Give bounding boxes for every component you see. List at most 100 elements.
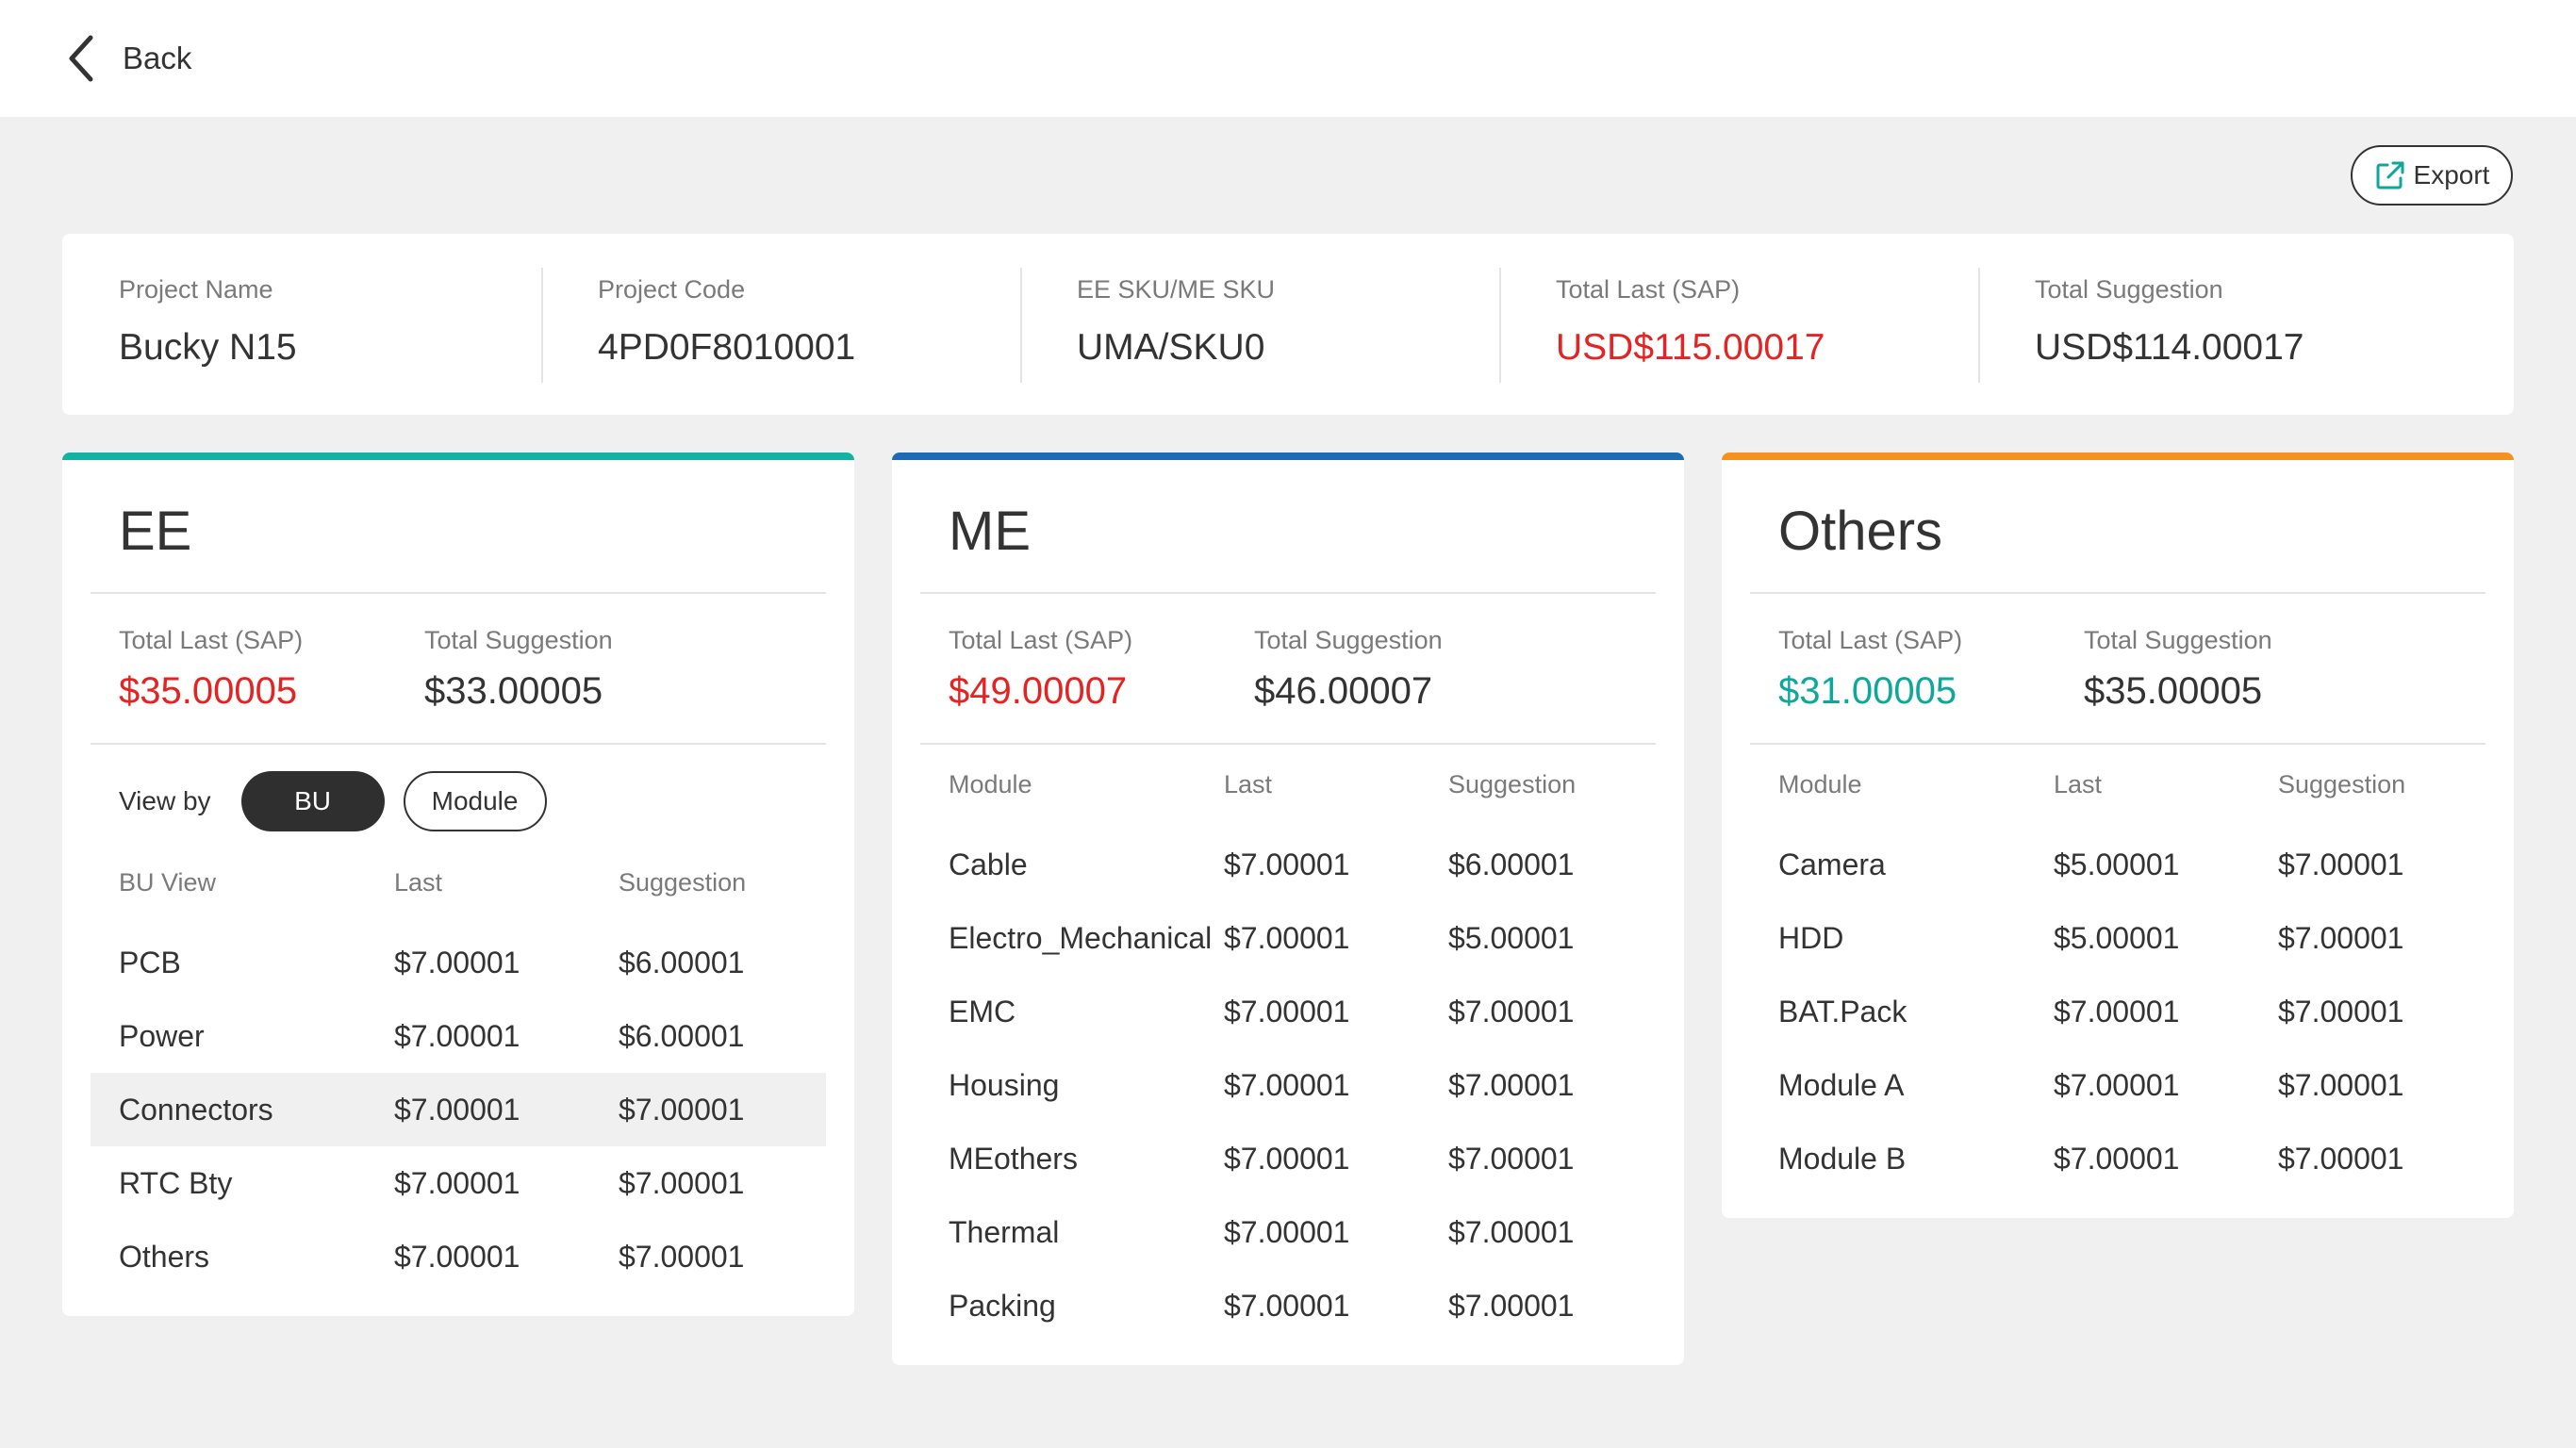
others-total-last: Total Last (SAP) $31.00005	[1778, 626, 1962, 713]
row-last: $7.00001	[2054, 1141, 2180, 1176]
row-last: $7.00001	[394, 945, 520, 979]
others-card: Others Total Last (SAP) $31.00005 Total …	[1722, 452, 2514, 1218]
row-last: $7.00001	[1224, 1214, 1350, 1249]
table-row: Module B $7.00001 $7.00001	[1750, 1122, 2485, 1195]
view-by-module-button[interactable]: Module	[403, 771, 547, 831]
top-bar: Back	[0, 0, 2576, 117]
divider	[91, 743, 826, 745]
me-total-suggestion: Total Suggestion $46.00007	[1254, 626, 1443, 713]
external-link-icon	[2376, 161, 2404, 189]
row-name: Power	[119, 1018, 205, 1053]
others-title: Others	[1778, 501, 1943, 562]
row-suggestion: $7.00001	[619, 1239, 745, 1274]
table-row: Module A $7.00001 $7.00001	[1750, 1048, 2485, 1122]
summary-project-name: Project Name Bucky N15	[62, 234, 541, 415]
summary-value: USD$114.00017	[2035, 327, 2304, 368]
column-header: Module	[1778, 769, 1862, 798]
total-suggestion-label: Total Suggestion	[1254, 626, 1443, 654]
row-suggestion: $7.00001	[619, 1165, 745, 1200]
row-suggestion: $7.00001	[619, 1092, 745, 1127]
row-suggestion: $7.00001	[2278, 920, 2404, 955]
ee-total-suggestion: Total Suggestion $33.00005	[424, 626, 613, 713]
me-title: ME	[949, 501, 1031, 562]
column-header: Last	[2054, 769, 2103, 798]
table-row: Power $7.00001 $6.00001	[91, 999, 826, 1073]
row-last: $7.00001	[1224, 847, 1350, 881]
back-label: Back	[123, 41, 192, 75]
row-name: HDD	[1778, 920, 1844, 955]
table-row: PCB $7.00001 $6.00001	[91, 926, 826, 999]
others-total-suggestion: Total Suggestion $35.00005	[2084, 626, 2272, 713]
ee-bu-table: BU View Last Suggestion PCB $7.00001 $6.…	[91, 854, 826, 1293]
total-last-label: Total Last (SAP)	[1778, 626, 1963, 654]
table-header: BU View Last Suggestion	[91, 854, 826, 911]
row-last: $7.00001	[1224, 1288, 1350, 1323]
row-last: $7.00001	[1224, 920, 1350, 955]
table-row-highlighted[interactable]: Connectors $7.00001 $7.00001	[91, 1073, 826, 1146]
summary-value: USD$115.00017	[1556, 327, 1825, 368]
row-name: Connectors	[119, 1092, 273, 1127]
summary-label: EE SKU/ME SKU	[1077, 275, 1276, 304]
row-name: Housing	[949, 1067, 1060, 1102]
summary-value: Bucky N15	[119, 327, 297, 368]
row-last: $7.00001	[394, 1018, 520, 1053]
table-row: Camera $5.00001 $7.00001	[1750, 828, 2485, 901]
table-header: Module Last Suggestion	[1750, 756, 2485, 813]
divider	[920, 592, 1656, 594]
row-suggestion: $7.00001	[2278, 1141, 2404, 1176]
row-suggestion: $6.00001	[1448, 847, 1575, 881]
row-last: $7.00001	[1224, 1141, 1350, 1176]
export-label: Export	[2413, 160, 2490, 189]
table-row: BAT.Pack $7.00001 $7.00001	[1750, 975, 2485, 1048]
ee-card: EE Total Last (SAP) $35.00005 Total Sugg…	[62, 452, 854, 1316]
row-suggestion: $7.00001	[1448, 1067, 1575, 1102]
row-name: RTC Bty	[119, 1165, 233, 1200]
me-accent-bar	[892, 452, 1684, 460]
row-suggestion: $5.00001	[1448, 920, 1575, 955]
others-module-table: Module Last Suggestion Camera $5.00001 $…	[1750, 756, 2485, 1195]
others-accent-bar	[1722, 452, 2514, 460]
row-suggestion: $7.00001	[1448, 1214, 1575, 1249]
view-by-label: View by	[119, 786, 211, 815]
total-last-label: Total Last (SAP)	[949, 626, 1133, 654]
row-suggestion: $7.00001	[2278, 994, 2404, 1028]
row-last: $7.00001	[2054, 994, 2180, 1028]
summary-label: Total Last (SAP)	[1556, 275, 1741, 304]
row-name: Others	[119, 1239, 210, 1274]
back-button[interactable]: Back	[62, 30, 191, 87]
row-last: $5.00001	[2054, 847, 2180, 881]
table-row: HDD $5.00001 $7.00001	[1750, 901, 2485, 975]
table-row: Thermal $7.00001 $7.00001	[920, 1195, 1656, 1269]
row-name: Electro_Mechanical	[949, 920, 1213, 955]
divider	[1750, 743, 2485, 745]
row-last: $7.00001	[394, 1165, 520, 1200]
export-button[interactable]: Export	[2351, 145, 2513, 206]
row-suggestion: $7.00001	[2278, 1067, 2404, 1102]
divider	[1750, 592, 2485, 594]
row-last: $5.00001	[2054, 920, 2180, 955]
row-name: Cable	[949, 847, 1028, 881]
table-row: RTC Bty $7.00001 $7.00001	[91, 1146, 826, 1220]
row-last: $7.00001	[394, 1239, 520, 1274]
total-last-value: $35.00005	[119, 670, 298, 712]
row-last: $7.00001	[1224, 994, 1350, 1028]
total-suggestion-value: $35.00005	[2084, 670, 2263, 712]
ee-total-last: Total Last (SAP) $35.00005	[119, 626, 303, 713]
summary-sku: EE SKU/ME SKU UMA/SKU0	[1020, 234, 1499, 415]
total-last-value: $49.00007	[949, 670, 1128, 712]
row-suggestion: $7.00001	[1448, 1141, 1575, 1176]
column-header: Suggestion	[1448, 769, 1577, 798]
column-header: Module	[949, 769, 1032, 798]
summary-value: 4PD0F8010001	[598, 327, 856, 368]
summary-label: Project Name	[119, 275, 273, 304]
total-suggestion-value: $33.00005	[424, 670, 603, 712]
project-summary-card: Project Name Bucky N15 Project Code 4PD0…	[62, 234, 2514, 415]
row-name: MEothers	[949, 1141, 1078, 1176]
total-suggestion-label: Total Suggestion	[424, 626, 613, 654]
table-row: Cable $7.00001 $6.00001	[920, 828, 1656, 901]
summary-value: UMA/SKU0	[1077, 327, 1265, 368]
me-module-table: Module Last Suggestion Cable $7.00001 $6…	[920, 756, 1656, 1342]
table-header: Module Last Suggestion	[920, 756, 1656, 813]
row-name: Module B	[1778, 1141, 1907, 1176]
view-by-bu-button[interactable]: BU	[240, 771, 385, 831]
